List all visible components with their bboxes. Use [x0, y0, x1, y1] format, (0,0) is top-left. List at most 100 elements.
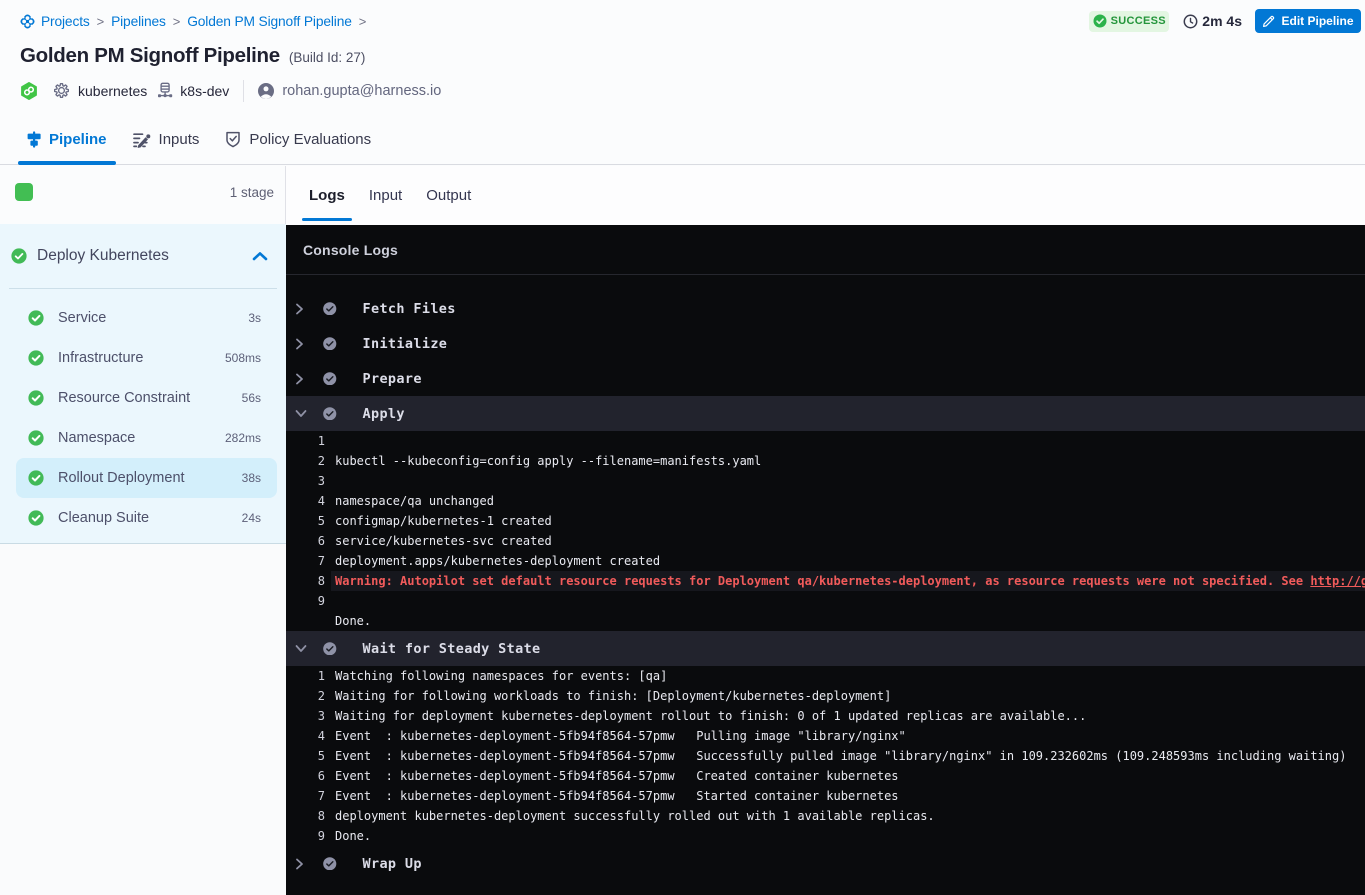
service-name[interactable]: kubernetes: [78, 83, 147, 99]
log-line-text: Watching following namespaces for events…: [335, 666, 667, 686]
build-id: (Build Id: 27): [289, 50, 366, 65]
section-success-icon: [323, 302, 337, 316]
log-tab-output[interactable]: Output: [426, 166, 471, 225]
breadcrumb-separator: >: [173, 14, 180, 29]
log-line-text: Done.: [335, 611, 371, 631]
step-row-namespace[interactable]: Namespace282ms: [16, 418, 277, 458]
log-line-number: 1: [286, 669, 325, 683]
main-tab-label: Pipeline: [49, 131, 107, 148]
log-section-fetch-files[interactable]: Fetch Files: [286, 291, 1365, 326]
pencil-icon: [1262, 15, 1275, 28]
log-line-number: 9: [286, 594, 325, 608]
log-line-text: Event : kubernetes-deployment-5fb94f8564…: [335, 726, 906, 746]
tab-policy-evaluations[interactable]: Policy Evaluations: [216, 115, 380, 164]
chevron-up-icon[interactable]: [252, 251, 268, 261]
log-tab-logs[interactable]: Logs: [309, 166, 345, 225]
log-line-number: 6: [286, 534, 325, 548]
log-section-wrap-up[interactable]: Wrap Up: [286, 846, 1365, 881]
log-panel: Logs Input Output Console Logs Fetch Files…: [286, 166, 1365, 895]
tab-inputs[interactable]: Inputs: [124, 115, 209, 164]
section-success-icon: [323, 407, 337, 421]
stage-header[interactable]: Deploy Kubernetes: [0, 240, 286, 272]
breadcrumb-item[interactable]: Projects: [41, 14, 90, 29]
log-line: 5Event : kubernetes-deployment-5fb94f856…: [286, 746, 1365, 766]
log-section-initialize[interactable]: Initialize: [286, 326, 1365, 361]
log-line-text: namespace/qa unchanged: [335, 491, 494, 511]
edit-pipeline-button[interactable]: Edit Pipeline: [1255, 9, 1361, 33]
section-label: Prepare: [363, 371, 422, 387]
step-row-cleanup-suite[interactable]: Cleanup Suite24s: [16, 498, 277, 538]
stage-status-square[interactable]: [15, 183, 33, 201]
duration-group: 2m 4s: [1183, 13, 1242, 29]
breadcrumb-item[interactable]: Golden PM Signoff Pipeline: [187, 14, 352, 29]
step-row-service[interactable]: Service3s: [16, 298, 277, 338]
step-success-icon: [28, 470, 44, 486]
section-success-icon: [323, 857, 337, 871]
log-line: 8deployment kubernetes-deployment succes…: [286, 806, 1365, 826]
console-body: Fetch Files Initialize Prepare Apply 1 2kubec…: [286, 275, 1365, 881]
chevron-right-icon[interactable]: [295, 373, 307, 385]
log-line: 2kubectl --kubeconfig=config apply --fil…: [286, 451, 1365, 471]
content: 1 stage Deploy Kubernetes Service3s Infr…: [0, 166, 1365, 895]
environment-name[interactable]: k8s-dev: [180, 83, 229, 99]
step-row-infrastructure[interactable]: Infrastructure508ms: [16, 338, 277, 378]
section-label: Fetch Files: [363, 301, 456, 317]
section-success-icon: [323, 337, 337, 351]
execution-side-panel: 1 stage Deploy Kubernetes Service3s Infr…: [0, 166, 286, 895]
log-warning-text: Warning: Autopilot set default resource …: [335, 574, 1310, 588]
log-line-text: Event : kubernetes-deployment-5fb94f8564…: [335, 746, 1346, 766]
log-line-number: 9: [286, 829, 325, 843]
log-line-text: deployment kubernetes-deployment success…: [335, 806, 935, 826]
status-group: SUCCESS 2m 4s Edit Pipeline: [1089, 0, 1365, 42]
step-success-icon: [28, 510, 44, 526]
inputs-icon: [133, 132, 151, 148]
breadcrumb: Projects > Pipelines > Golden PM Signoff Pip…: [19, 12, 373, 30]
meta-divider: [243, 80, 244, 102]
step-success-icon: [28, 350, 44, 366]
stage-count: 1 stage: [230, 185, 274, 200]
log-line-text: service/kubernetes-svc created: [335, 531, 552, 551]
log-tab-input[interactable]: Input: [369, 166, 402, 225]
step-duration: 56s: [242, 391, 261, 405]
section-label: Initialize: [363, 336, 448, 352]
log-line-text: Event : kubernetes-deployment-5fb94f8564…: [335, 786, 899, 806]
log-line-number: 3: [286, 709, 325, 723]
step-duration: 3s: [248, 311, 261, 325]
log-line-text: deployment.apps/kubernetes-deployment cr…: [335, 551, 660, 571]
log-line-text: Waiting for deployment kubernetes-deploy…: [335, 706, 1086, 726]
step-row-rollout-deployment[interactable]: Rollout Deployment38s: [16, 458, 277, 498]
log-section-wait-for-steady-state[interactable]: Wait for Steady State: [286, 631, 1365, 666]
chevron-down-icon[interactable]: [295, 409, 307, 418]
page-title: Golden PM Signoff Pipeline: [20, 44, 280, 68]
log-line: 5configmap/kubernetes-1 created: [286, 511, 1365, 531]
status-label: SUCCESS: [1111, 15, 1166, 27]
step-name: Infrastructure: [58, 350, 225, 366]
pipeline-meta-row: kubernetes k8s-dev rohan.g: [20, 80, 441, 101]
breadcrumb-item[interactable]: Pipelines: [111, 14, 166, 29]
stage-success-icon: [11, 248, 27, 264]
console-title: Console Logs: [303, 242, 398, 258]
breadcrumb-separator: >: [359, 14, 366, 29]
chevron-right-icon[interactable]: [295, 303, 307, 315]
step-duration: 24s: [242, 511, 261, 525]
title-row: Golden PM Signoff Pipeline (Build Id: 27…: [20, 44, 365, 68]
cd-module-icon: [20, 82, 38, 100]
log-section-apply[interactable]: Apply: [286, 396, 1365, 431]
pipeline-icon: [27, 131, 41, 148]
section-label: Wait for Steady State: [363, 641, 541, 657]
policy-shield-icon: [225, 131, 241, 148]
chevron-right-icon[interactable]: [295, 338, 307, 350]
chevron-down-icon[interactable]: [295, 644, 307, 653]
service-gear-icon: [53, 82, 70, 99]
log-link[interactable]: http://g: [1310, 574, 1365, 588]
step-name: Rollout Deployment: [58, 470, 242, 486]
log-section-prepare[interactable]: Prepare: [286, 361, 1365, 396]
console: Console Logs Fetch Files Initialize Prepar…: [286, 225, 1365, 895]
step-row-resource-constraint[interactable]: Resource Constraint56s: [16, 378, 277, 418]
chevron-right-icon[interactable]: [295, 858, 307, 870]
harness-project-icon: [19, 13, 36, 30]
step-duration: 508ms: [225, 351, 261, 365]
log-line: 6Event : kubernetes-deployment-5fb94f856…: [286, 766, 1365, 786]
tab-pipeline[interactable]: Pipeline: [18, 115, 116, 164]
stage-panel: Deploy Kubernetes Service3s Infrastructu…: [0, 224, 286, 544]
